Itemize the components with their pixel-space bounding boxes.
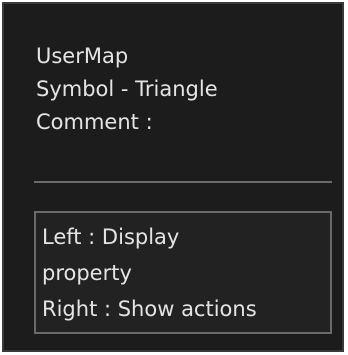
hint-left-click-cont: property — [42, 261, 132, 285]
mouse-hint-box: Left : Display property Right : Show act… — [34, 211, 332, 334]
hint-left-click: Left : Display — [42, 225, 180, 249]
layer-name: UserMap — [36, 44, 129, 68]
hint-right-click: Right : Show actions — [42, 297, 257, 321]
symbol-type: Symbol - Triangle — [36, 77, 218, 101]
comment-label: Comment : — [36, 110, 153, 134]
tooltip-panel: UserMap Symbol - Triangle Comment : Left… — [2, 2, 344, 352]
object-info: UserMap Symbol - Triangle Comment : — [36, 40, 218, 139]
divider — [34, 181, 332, 183]
